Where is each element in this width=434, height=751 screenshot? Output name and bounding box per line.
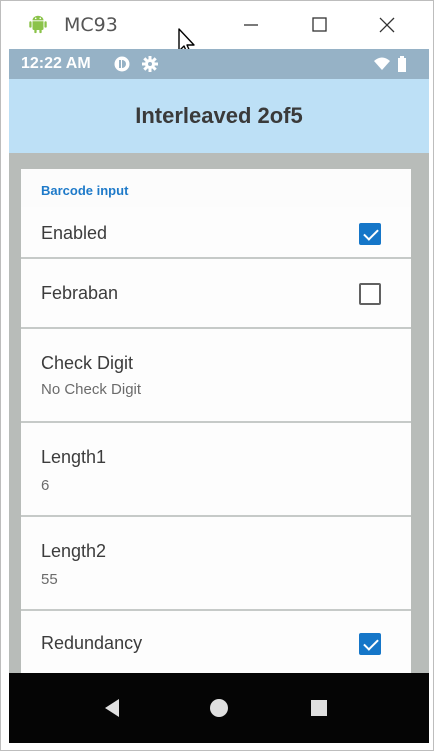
section-header: Barcode input xyxy=(41,183,129,198)
battery-icon xyxy=(398,56,406,72)
setting-length1[interactable]: Length1 6 xyxy=(21,423,411,517)
dnd-icon xyxy=(114,56,130,72)
setting-title: Length1 xyxy=(41,447,107,467)
maximize-button[interactable] xyxy=(299,9,339,41)
status-time: 12:22 AM xyxy=(21,55,91,72)
minimize-icon xyxy=(244,24,258,26)
emulator-window: MC93 12:22 AM Interleaved 2of5 Barcode i… xyxy=(0,0,434,751)
setting-summary: 6 xyxy=(41,477,50,494)
setting-title: Check Digit xyxy=(41,353,134,373)
close-button[interactable] xyxy=(367,9,407,41)
wifi-icon xyxy=(374,57,390,70)
setting-title: Enabled xyxy=(41,223,108,243)
recents-button[interactable] xyxy=(304,693,334,723)
setting-title: Length2 xyxy=(41,541,107,561)
setting-febraban[interactable]: Febraban xyxy=(21,259,411,329)
minimize-button[interactable] xyxy=(231,9,271,41)
setting-summary: No Check Digit xyxy=(41,381,142,398)
setting-title: Febraban xyxy=(41,283,119,303)
maximize-icon xyxy=(312,17,327,32)
settings-list[interactable]: Barcode input Enabled Febraban Check Dig… xyxy=(21,169,411,715)
setting-enabled[interactable]: Enabled xyxy=(21,207,411,259)
setting-check-digit[interactable]: Check Digit No Check Digit xyxy=(21,329,411,423)
window-title: MC93 xyxy=(64,14,118,36)
setting-length2[interactable]: Length2 55 xyxy=(21,517,411,611)
home-icon xyxy=(210,699,228,717)
febraban-checkbox[interactable] xyxy=(359,283,381,305)
close-icon xyxy=(379,17,395,33)
redundancy-checkbox[interactable] xyxy=(359,633,381,655)
back-button[interactable] xyxy=(97,693,127,723)
home-button[interactable] xyxy=(204,693,234,723)
enabled-checkbox[interactable] xyxy=(359,223,381,245)
device-screen: 12:22 AM Interleaved 2of5 Barcode input xyxy=(9,49,429,715)
setting-summary: 55 xyxy=(41,571,58,588)
setting-redundancy[interactable]: Redundancy xyxy=(21,611,411,681)
setting-title: Redundancy xyxy=(41,633,143,653)
android-icon xyxy=(29,15,47,34)
window-title-bar[interactable]: MC93 xyxy=(9,1,429,56)
back-icon xyxy=(105,699,119,717)
navigation-bar xyxy=(9,673,429,743)
gear-icon xyxy=(142,56,158,72)
app-bar: Interleaved 2of5 xyxy=(9,79,429,153)
page-title: Interleaved 2of5 xyxy=(135,103,303,128)
recents-icon xyxy=(311,700,327,716)
status-bar: 12:22 AM xyxy=(9,49,429,79)
